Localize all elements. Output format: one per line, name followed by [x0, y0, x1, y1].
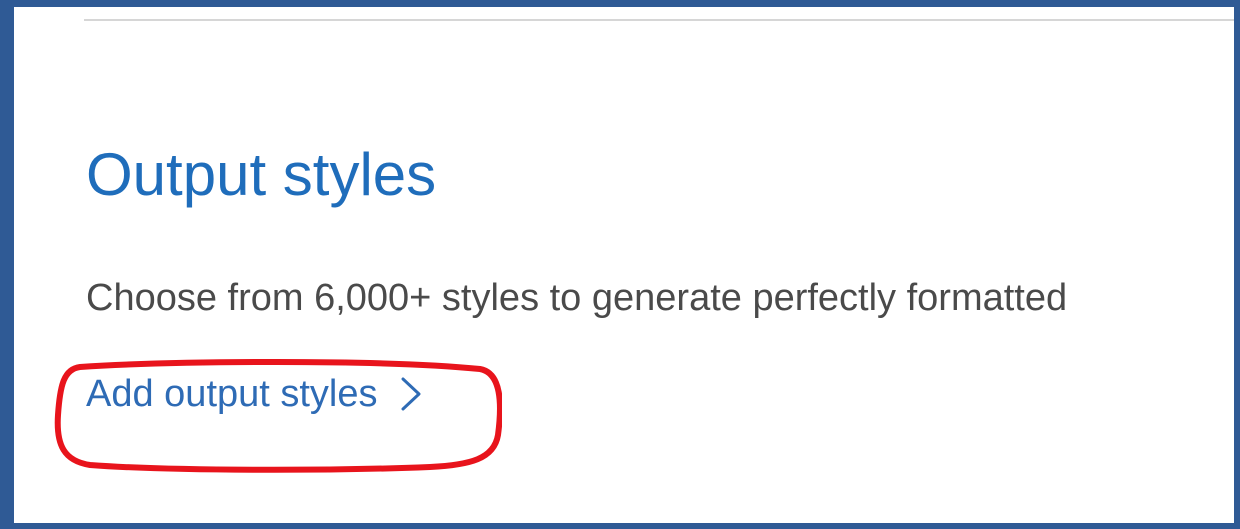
page-title: Output styles	[86, 141, 437, 208]
add-output-styles-label: Add output styles	[86, 373, 378, 415]
chevron-right-icon	[401, 377, 421, 411]
screenshot-frame: Output styles Choose from 6,000+ styles …	[0, 0, 1240, 529]
add-output-styles-link[interactable]: Add output styles	[86, 369, 422, 419]
section-description: Choose from 6,000+ styles to generate pe…	[86, 277, 1068, 319]
top-divider	[84, 19, 1234, 21]
